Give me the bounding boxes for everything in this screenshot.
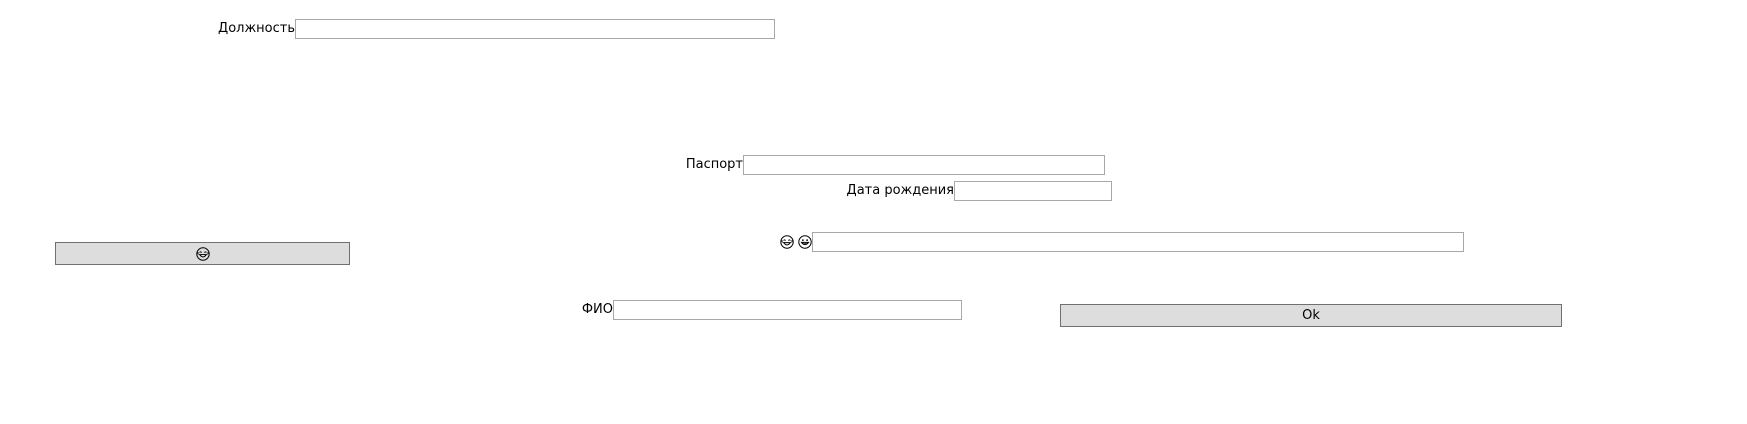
fio-label: ФИО [581,302,613,317]
fio-input[interactable] [613,300,962,320]
laughing-face-icon [195,246,210,261]
emoji-button[interactable] [55,242,350,265]
emoji-input[interactable] [812,232,1464,252]
passport-input[interactable] [743,155,1105,175]
laughing-face-icon [780,235,794,249]
passport-label: Паспорт [685,157,743,172]
grinning-face-icon [798,235,812,249]
birth-date-input[interactable] [954,181,1112,201]
position-input[interactable] [295,19,775,39]
position-label: Должность [218,21,295,36]
ok-button[interactable]: Ok [1060,304,1562,327]
birth-date-label: Дата рождения [846,183,954,198]
